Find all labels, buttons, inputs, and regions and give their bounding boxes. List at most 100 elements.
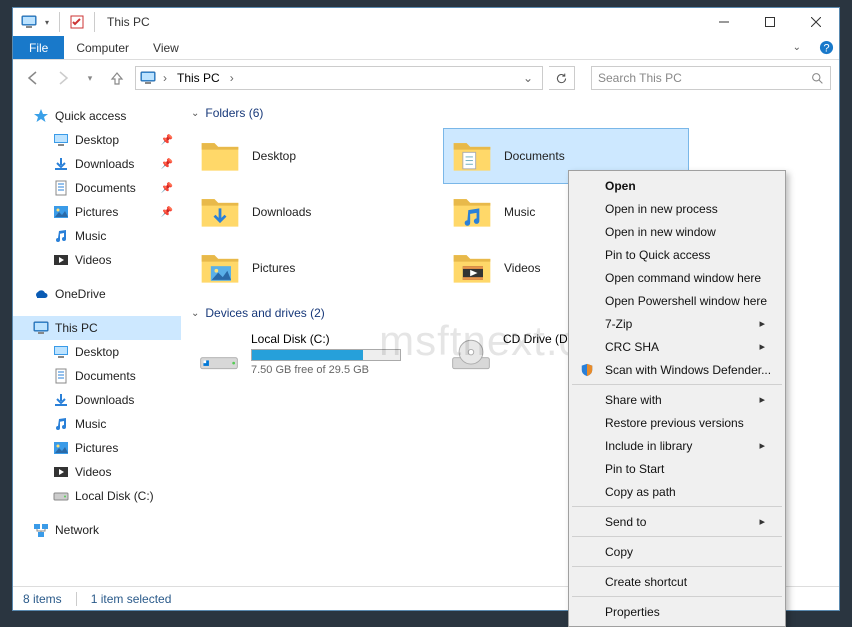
group-folders[interactable]: ⌄Folders (6): [191, 102, 839, 128]
sidebar-item-label: Local Disk (C:): [75, 489, 154, 503]
chevron-right-icon[interactable]: ›: [228, 71, 236, 85]
drive-item[interactable]: Local Disk (C:)7.50 GB free of 29.5 GB: [191, 328, 437, 380]
menu-open[interactable]: Open: [571, 174, 783, 197]
qat-dropdown-icon[interactable]: ▾: [42, 12, 52, 32]
sidebar-item[interactable]: Downloads📌: [13, 152, 181, 176]
cloud-icon: [33, 286, 49, 302]
menu-copy-as-path[interactable]: Copy as path: [571, 480, 783, 503]
sidebar-onedrive[interactable]: OneDrive: [13, 282, 181, 306]
maximize-button[interactable]: [747, 8, 793, 36]
menu-7zip[interactable]: 7-Zip▸: [571, 312, 783, 335]
item-icon: [53, 204, 69, 220]
tab-computer[interactable]: Computer: [64, 36, 141, 59]
group-label: Devices and drives (2): [205, 306, 324, 320]
chevron-right-icon: ▸: [759, 340, 765, 353]
menu-send-to[interactable]: Send to▸: [571, 510, 783, 533]
sidebar-item[interactable]: Downloads: [13, 388, 181, 412]
menu-share-with[interactable]: Share with▸: [571, 388, 783, 411]
monitor-icon: [33, 320, 49, 336]
sidebar-item[interactable]: Videos: [13, 460, 181, 484]
folder-item[interactable]: Desktop: [191, 128, 437, 184]
sidebar-item-label: Desktop: [75, 345, 119, 359]
sidebar-item[interactable]: Desktop 📌: [13, 128, 181, 152]
sidebar-item[interactable]: Music: [13, 412, 181, 436]
context-menu: Open Open in new process Open in new win…: [568, 170, 786, 627]
sidebar-item[interactable]: Pictures📌: [13, 200, 181, 224]
back-button[interactable]: [21, 66, 45, 90]
up-button[interactable]: [105, 66, 129, 90]
sidebar-network[interactable]: Network: [13, 518, 181, 542]
menu-crc-sha[interactable]: CRC SHA▸: [571, 335, 783, 358]
menu-pin-start[interactable]: Pin to Start: [571, 457, 783, 480]
folder-icon: [450, 246, 494, 290]
chevron-right-icon[interactable]: ›: [161, 71, 169, 85]
monitor-icon: [139, 69, 157, 87]
minimize-button[interactable]: [701, 8, 747, 36]
sidebar-item-label: Music: [75, 417, 106, 431]
folder-item[interactable]: Pictures: [191, 240, 437, 296]
pin-icon: 📌: [161, 135, 173, 146]
menu-open-new-window[interactable]: Open in new window: [571, 220, 783, 243]
sidebar-item[interactable]: Music: [13, 224, 181, 248]
refresh-button[interactable]: [549, 66, 575, 90]
menu-create-shortcut[interactable]: Create shortcut: [571, 570, 783, 593]
sidebar-item[interactable]: Videos: [13, 248, 181, 272]
help-icon[interactable]: ?: [813, 36, 839, 59]
address-dropdown-icon[interactable]: ⌄: [517, 71, 539, 85]
chevron-down-icon: ⌄: [191, 108, 199, 119]
breadcrumb-segment[interactable]: This PC: [173, 71, 224, 85]
menu-restore-versions[interactable]: Restore previous versions: [571, 411, 783, 434]
folder-label: Downloads: [252, 205, 311, 219]
sidebar-item[interactable]: Local Disk (C:): [13, 484, 181, 508]
sidebar-item-label: Pictures: [75, 441, 118, 455]
menu-open-command-window[interactable]: Open command window here: [571, 266, 783, 289]
search-box[interactable]: [591, 66, 831, 90]
sidebar-item-label: Videos: [75, 253, 111, 267]
svg-text:?: ?: [823, 42, 829, 54]
sidebar-item-label: Quick access: [55, 109, 126, 123]
quick-access-toolbar: ▾: [13, 12, 99, 32]
forward-button[interactable]: [51, 66, 75, 90]
folder-label: Desktop: [252, 149, 296, 163]
item-icon: [53, 132, 69, 148]
menu-copy[interactable]: Copy: [571, 540, 783, 563]
address-bar[interactable]: › This PC › ⌄: [135, 66, 543, 90]
menu-properties[interactable]: Properties: [571, 600, 783, 623]
monitor-icon[interactable]: [19, 12, 39, 32]
menu-include-library[interactable]: Include in library▸: [571, 434, 783, 457]
menu-pin-quick-access[interactable]: Pin to Quick access: [571, 243, 783, 266]
sidebar-item[interactable]: Documents📌: [13, 176, 181, 200]
item-icon: [53, 464, 69, 480]
drive-label: Local Disk (C:): [251, 332, 401, 346]
search-input[interactable]: [598, 71, 811, 85]
folder-icon: [198, 134, 242, 178]
ribbon-expand-icon[interactable]: ⌄: [781, 36, 813, 59]
sidebar-item[interactable]: Pictures: [13, 436, 181, 460]
recent-dropdown-icon[interactable]: ▾: [81, 66, 99, 90]
sidebar-quick-access[interactable]: Quick access: [13, 104, 181, 128]
pin-icon: 📌: [161, 183, 173, 194]
status-selection: 1 item selected: [91, 592, 172, 606]
sidebar-item-label: Network: [55, 523, 99, 537]
tab-file[interactable]: File: [13, 36, 64, 59]
pin-icon: 📌: [161, 207, 173, 218]
item-icon: [53, 252, 69, 268]
item-icon: [53, 180, 69, 196]
folder-item[interactable]: Downloads: [191, 184, 437, 240]
sidebar-item-label: OneDrive: [55, 287, 106, 301]
chevron-right-icon: ▸: [759, 393, 765, 406]
sidebar-item[interactable]: Desktop: [13, 340, 181, 364]
menu-open-new-process[interactable]: Open in new process: [571, 197, 783, 220]
sidebar-item-label: Desktop: [75, 133, 119, 147]
sidebar-item-label: Downloads: [75, 393, 134, 407]
menu-open-powershell[interactable]: Open Powershell window here: [571, 289, 783, 312]
item-icon: [53, 228, 69, 244]
menu-defender[interactable]: Scan with Windows Defender...: [571, 358, 783, 381]
sidebar-this-pc[interactable]: This PC: [13, 316, 181, 340]
close-button[interactable]: [793, 8, 839, 36]
titlebar: ▾ This PC: [13, 8, 839, 36]
sidebar-item[interactable]: Documents: [13, 364, 181, 388]
star-icon: [33, 108, 49, 124]
tab-view[interactable]: View: [141, 36, 191, 59]
properties-icon[interactable]: [67, 12, 87, 32]
